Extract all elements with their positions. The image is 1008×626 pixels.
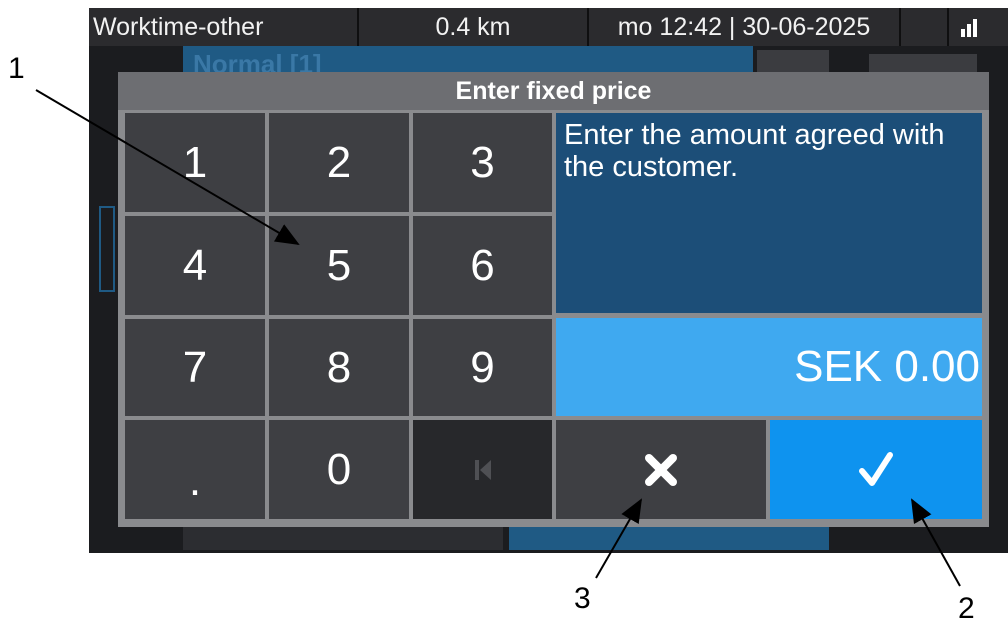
status-distance: 0.4 km — [359, 8, 589, 46]
key-3[interactable]: 3 — [413, 113, 552, 212]
key-6[interactable]: 6 — [413, 216, 552, 315]
callout-label-1: 1 — [8, 52, 25, 85]
key-2[interactable]: 2 — [269, 113, 409, 212]
key-0[interactable]: 0 — [269, 420, 409, 519]
key-4[interactable]: 4 — [125, 216, 265, 315]
cancel-button[interactable] — [556, 420, 766, 519]
status-datetime: mo 12:42 | 30-06-2025 — [589, 8, 901, 46]
key-5[interactable]: 5 — [269, 216, 409, 315]
background-frame — [99, 206, 115, 292]
fixed-price-dialog: Enter fixed price 1 2 3 4 5 6 7 8 9 . 0 … — [118, 72, 989, 527]
backspace-button[interactable] — [413, 420, 552, 519]
backspace-icon — [474, 459, 491, 480]
background-panel — [183, 526, 503, 550]
callout-label-2: 2 — [958, 592, 975, 625]
close-x-icon — [645, 453, 677, 486]
confirm-button[interactable] — [770, 420, 982, 519]
key-decimal[interactable]: . — [125, 420, 265, 519]
background-panel — [509, 526, 829, 550]
key-9[interactable]: 9 — [413, 319, 552, 416]
callout-label-3: 3 — [574, 582, 591, 615]
status-blank — [901, 8, 949, 46]
status-mode: Worktime-other — [89, 8, 359, 46]
key-1[interactable]: 1 — [125, 113, 265, 212]
key-8[interactable]: 8 — [269, 319, 409, 416]
key-7[interactable]: 7 — [125, 319, 265, 416]
amount-display: SEK 0.00 — [556, 318, 982, 416]
dialog-title: Enter fixed price — [118, 72, 989, 110]
signal-bars-icon — [949, 8, 1008, 46]
instruction-text: Enter the amount agreed with the custome… — [556, 113, 982, 313]
checkmark-icon — [859, 451, 893, 486]
status-bar: Worktime-other 0.4 km mo 12:42 | 30-06-2… — [89, 8, 1008, 46]
